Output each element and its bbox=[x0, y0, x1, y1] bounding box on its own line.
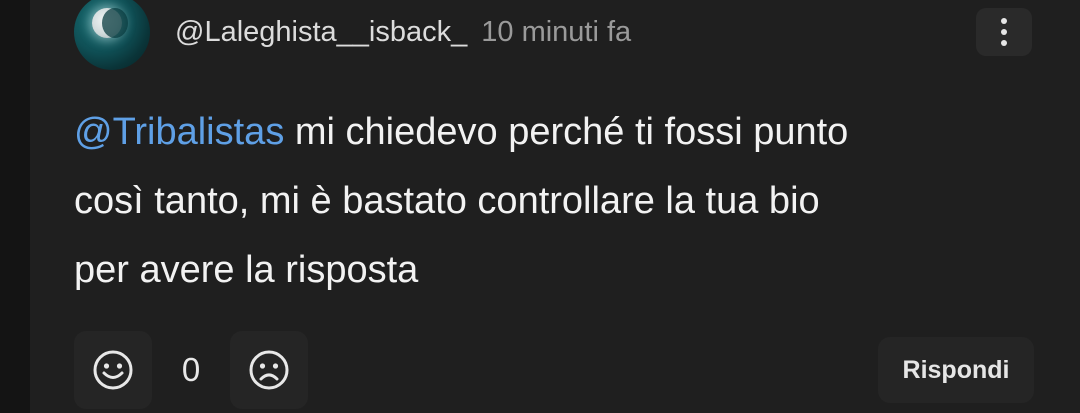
comment-text: mi chiedevo perché ti fossi punto bbox=[284, 111, 849, 153]
comment-timestamp: 10 minuti fa bbox=[481, 15, 632, 48]
comment-actions: 0 Rispondi bbox=[30, 331, 1080, 409]
comment-line-1: @Tribalistas mi chiedevo perché ti fossi… bbox=[74, 98, 1004, 167]
like-button[interactable] bbox=[74, 331, 152, 409]
comment-header: @Laleghista__isback_ 10 minuti fa bbox=[175, 12, 631, 52]
frown-icon bbox=[249, 350, 289, 390]
more-vertical-icon-dot bbox=[1001, 40, 1007, 46]
reply-button[interactable]: Rispondi bbox=[878, 337, 1034, 403]
smile-icon bbox=[93, 350, 133, 390]
comment-line-2: così tanto, mi è bastato controllare la … bbox=[74, 180, 820, 222]
more-options-button[interactable] bbox=[976, 8, 1032, 56]
avatar[interactable] bbox=[74, 0, 150, 70]
page: @Laleghista__isback_ 10 minuti fa @Triba… bbox=[0, 0, 1080, 413]
author-username[interactable]: @Laleghista__isback_ bbox=[175, 16, 467, 49]
comment-body: @Tribalistas mi chiedevo perché ti fossi… bbox=[74, 98, 1004, 305]
comment-line-3: per avere la risposta bbox=[74, 249, 419, 291]
more-vertical-icon bbox=[1001, 18, 1007, 24]
reaction-count: 0 bbox=[181, 351, 201, 388]
comment-card: @Laleghista__isback_ 10 minuti fa @Triba… bbox=[30, 0, 1080, 413]
dislike-button[interactable] bbox=[230, 331, 308, 409]
more-vertical-icon-dot bbox=[1001, 29, 1007, 35]
moon-shadow bbox=[102, 8, 128, 38]
user-mention-link[interactable]: @Tribalistas bbox=[74, 111, 284, 153]
